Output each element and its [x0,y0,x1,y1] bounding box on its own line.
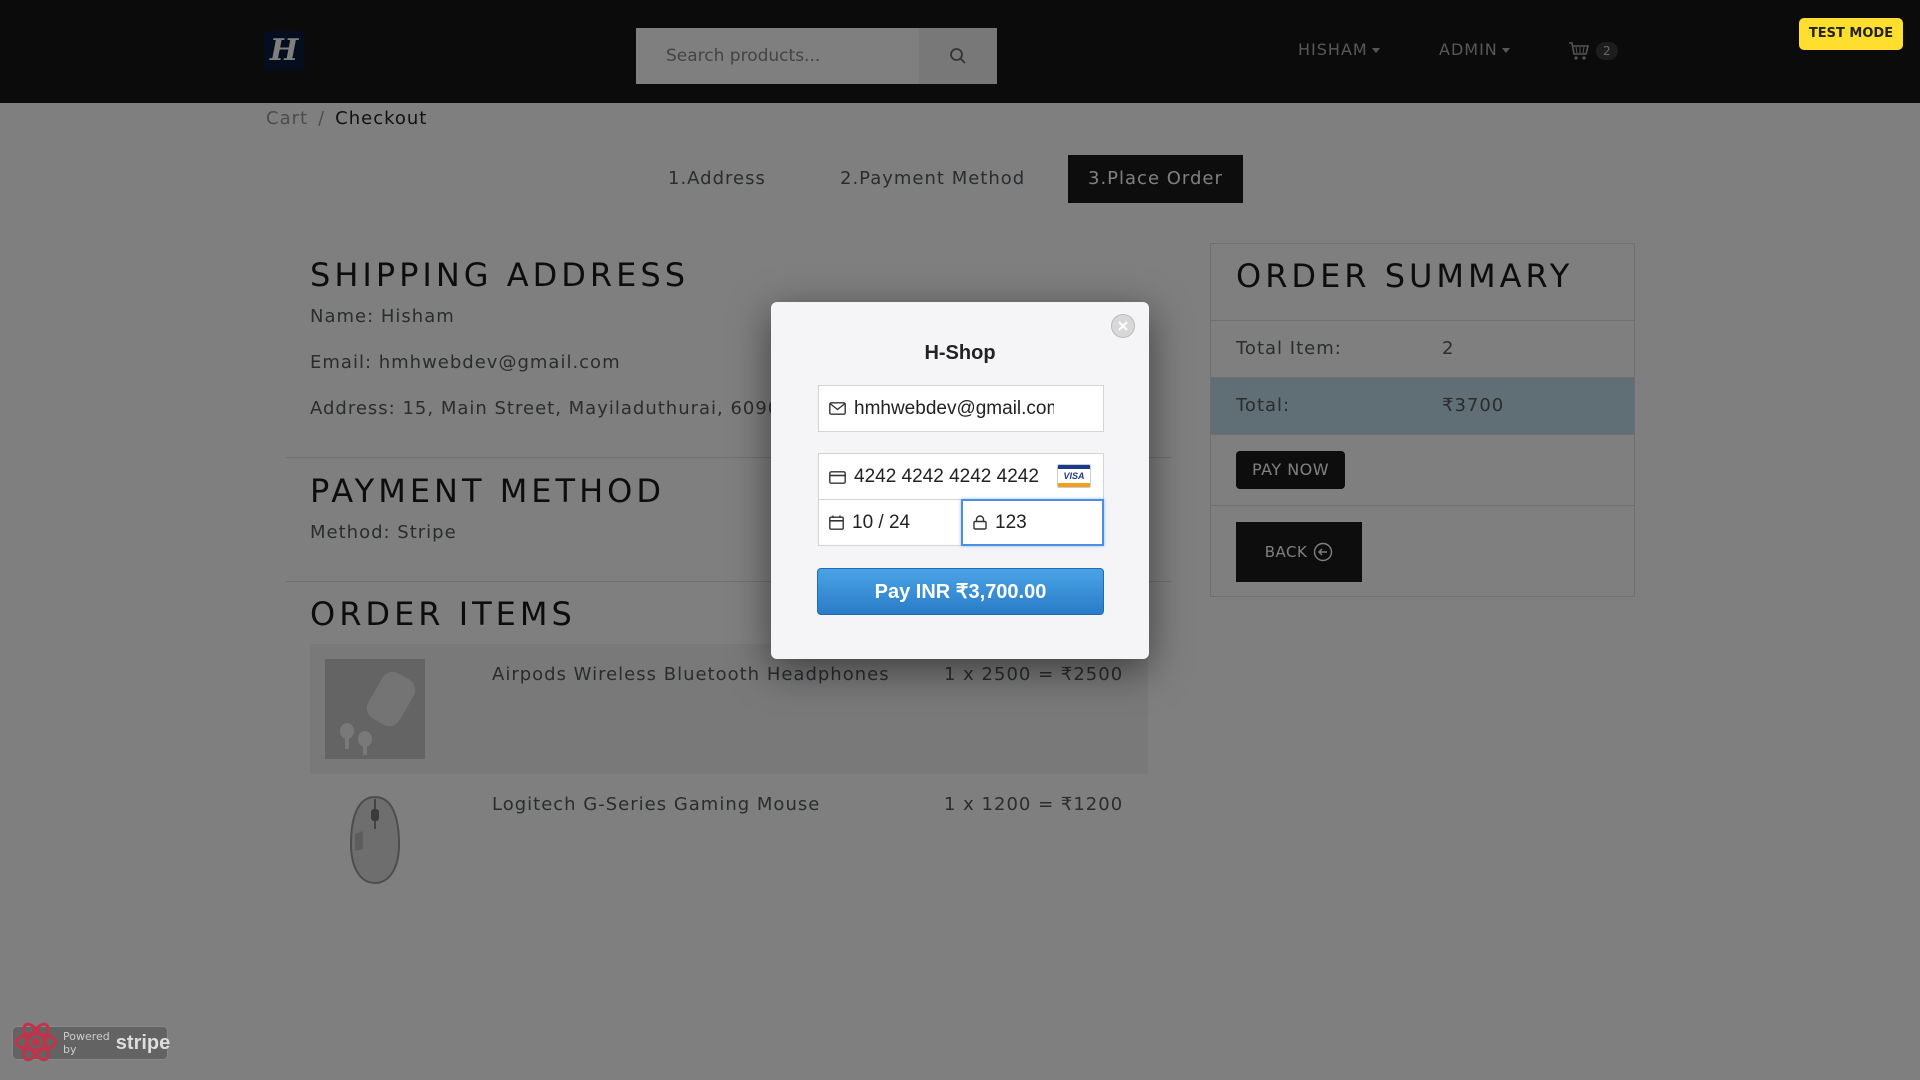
visa-card-icon: VISA [1057,464,1091,488]
stripe-checkout-modal: H-Shop VISA [771,302,1149,659]
react-devtools-icon[interactable] [12,1018,60,1066]
email-input[interactable] [854,397,1054,420]
envelope-icon [829,402,846,415]
pay-button[interactable]: Pay INR ₹3,700.00 [817,568,1104,615]
close-icon [1118,321,1128,331]
card-number-field[interactable]: VISA [818,453,1104,500]
close-button[interactable] [1111,314,1135,338]
expiry-input[interactable] [852,511,952,534]
email-field[interactable] [818,385,1104,432]
cvc-field[interactable] [961,499,1104,546]
calendar-icon [829,515,844,530]
lock-icon [973,515,987,530]
merchant-name: H-Shop [924,342,996,364]
cvc-input[interactable] [995,511,1090,534]
test-mode-badge: TEST MODE [1799,18,1903,50]
powered-by-label: Powered by [63,1030,110,1056]
expiry-field[interactable] [818,499,962,546]
credit-card-icon [829,470,846,484]
stripe-logo-text: stripe [115,1031,171,1054]
card-number-input[interactable] [854,466,1054,488]
card-brand-label: VISA [1063,471,1085,481]
